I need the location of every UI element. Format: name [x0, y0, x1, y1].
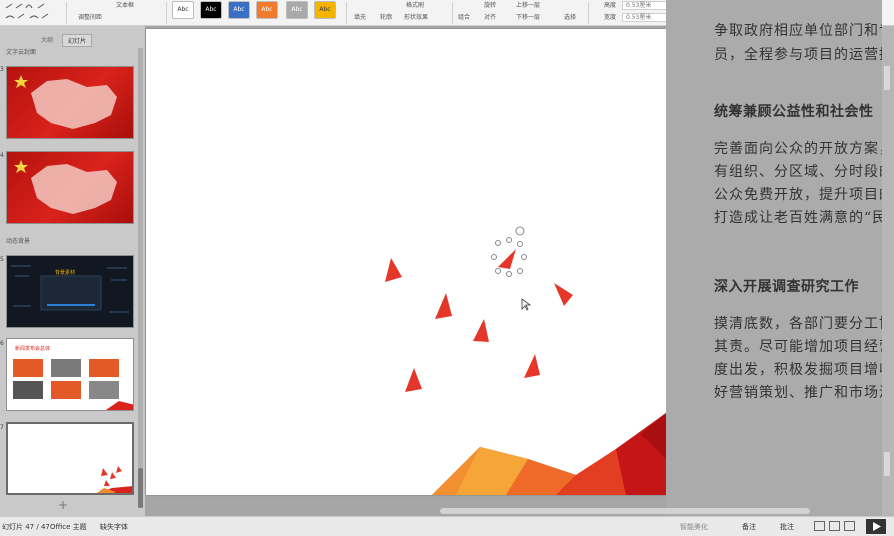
add-slide-icon[interactable]: + [58, 498, 68, 512]
slide-number: 4 [0, 152, 4, 159]
height-label: 高度 [604, 2, 617, 9]
slide-number: 3 [0, 66, 4, 73]
mouse-cursor-icon [521, 298, 532, 311]
smart-beautify-button[interactable]: 智能美化 [680, 522, 708, 532]
select-button[interactable]: 选择 [564, 12, 576, 21]
shape-style-swatch[interactable]: Abc [256, 1, 278, 19]
play-slideshow-button[interactable] [866, 519, 886, 534]
fill-button[interactable]: 填充 [354, 12, 366, 21]
low-poly-corner-decoration [432, 413, 666, 495]
china-map-word-cloud-image [14, 75, 117, 129]
notes-text: 度出发，积极发掘项目增收 [714, 362, 882, 378]
red-triangle [524, 354, 540, 378]
rotate-button[interactable]: 旋转 [484, 0, 496, 9]
theme-name: Office 主题 [50, 523, 87, 531]
notes-text: 其责。尽可能增加项目经营 [714, 339, 882, 355]
notes-text: 完善面向公众的开放方案， [714, 141, 882, 157]
red-triangle [405, 368, 422, 392]
shape-style-swatch[interactable]: Abc [228, 1, 250, 19]
thumbnail-scrollbar[interactable] [138, 48, 143, 508]
text-box-button[interactable]: 文本框 [116, 0, 134, 9]
red-triangle [473, 319, 489, 342]
outline-button[interactable]: 轮廓 [380, 12, 392, 21]
notes-text: 员，全程参与项目的运营招 [714, 47, 882, 63]
line-spacing-button[interactable]: 调整间距 [78, 12, 102, 21]
comment-toggle-button[interactable]: 批注 [780, 522, 794, 532]
slide-thumbnail-3[interactable] [6, 66, 134, 139]
tab-outline[interactable]: 大纲 [36, 34, 58, 45]
notes-scrollbar[interactable] [882, 26, 894, 516]
slide-thumbnail-5[interactable]: 背景素材 [6, 255, 134, 328]
slide-number: 7 [0, 424, 4, 431]
notes-text: 公众免费开放，提升项目的 [714, 187, 882, 203]
slide-graphics [385, 226, 666, 495]
shape-style-swatch[interactable]: Abc [200, 1, 222, 19]
notes-heading: 深入开展调查研究工作 [714, 279, 859, 295]
china-map-word-cloud-image [14, 160, 117, 214]
red-triangle [435, 293, 452, 319]
width-label: 宽度 [604, 14, 617, 21]
missing-font-button[interactable]: 缺失字体 [100, 522, 128, 532]
notes-text: 摸清底数，各部门要分工协 [714, 316, 882, 332]
slide-thumbnail-4[interactable] [6, 151, 134, 224]
notes-text: 好营销策划、推广和市场演 [714, 385, 882, 401]
thumb-title: 新闻发布会总体 [15, 346, 51, 352]
status-bar: 幻灯片 47 / 47 Office 主题 缺失字体 智能美化 备注 批注 [0, 516, 894, 536]
red-triangle [385, 258, 402, 282]
slide-number: 5 [0, 256, 4, 263]
dark-tech-background-image [7, 256, 133, 327]
triangles-slide-preview [96, 466, 132, 493]
align-button[interactable]: 对齐 [484, 12, 496, 21]
notes-text: 打造成让老百姓满意的“民 [714, 210, 882, 226]
thumb-title: 背景素材 [55, 270, 76, 276]
combine-button[interactable]: 组合 [458, 12, 470, 21]
shape-effect-button[interactable]: 形状效果 [404, 12, 428, 21]
slide-sorter-icon[interactable] [829, 521, 840, 531]
notes-text: 有组织、分区域、分时段的 [714, 164, 882, 180]
red-triangle [554, 283, 573, 306]
notes-heading: 统筹兼顾公益性和社会性 [714, 104, 874, 120]
slide-number: 6 [0, 340, 4, 347]
reading-view-icon[interactable] [844, 521, 855, 531]
horizontal-scrollbar[interactable] [440, 508, 810, 514]
section-label-dynamic-bg: 动态背景 [6, 238, 31, 245]
play-icon [873, 522, 881, 531]
slide-count: 幻灯片 47 / 47 [2, 523, 50, 531]
slide-canvas[interactable] [146, 29, 666, 495]
send-backward-button[interactable]: 下移一层 [516, 12, 540, 21]
line-shapes-gallery[interactable] [4, 2, 60, 22]
notes-text: 争取政府相应单位部门和专 [714, 23, 882, 39]
normal-view-icon[interactable] [814, 521, 825, 531]
shape-style-swatch[interactable]: Abc [314, 1, 336, 19]
notes-toggle-button[interactable]: 备注 [742, 522, 756, 532]
slide-thumbnail-panel: 大纲 幻灯片 文字云封面 3 4 动态背景 5 背景素材 6 新闻发布会总体 7… [0, 26, 145, 516]
notes-pane[interactable]: 争取政府相应单位部门和专 员，全程参与项目的运营招 统筹兼顾公益性和社会性 完善… [666, 0, 882, 516]
shape-style-swatch[interactable]: Abc [172, 1, 194, 19]
rotate-handle-icon[interactable] [515, 226, 525, 236]
tab-slides[interactable]: 幻灯片 [62, 34, 93, 47]
selected-triangle[interactable] [491, 226, 527, 277]
format-painter-button[interactable]: 格式刷 [406, 0, 424, 9]
slide-thumbnail-6[interactable]: 新闻发布会总体 [6, 338, 134, 411]
shape-style-swatch[interactable]: Abc [286, 1, 308, 19]
slide-thumbnail-7-selected[interactable] [6, 422, 134, 495]
bring-forward-button[interactable]: 上移一层 [516, 0, 540, 9]
section-label-word-cloud: 文字云封面 [6, 49, 37, 56]
red-triangle-group[interactable] [385, 258, 573, 392]
